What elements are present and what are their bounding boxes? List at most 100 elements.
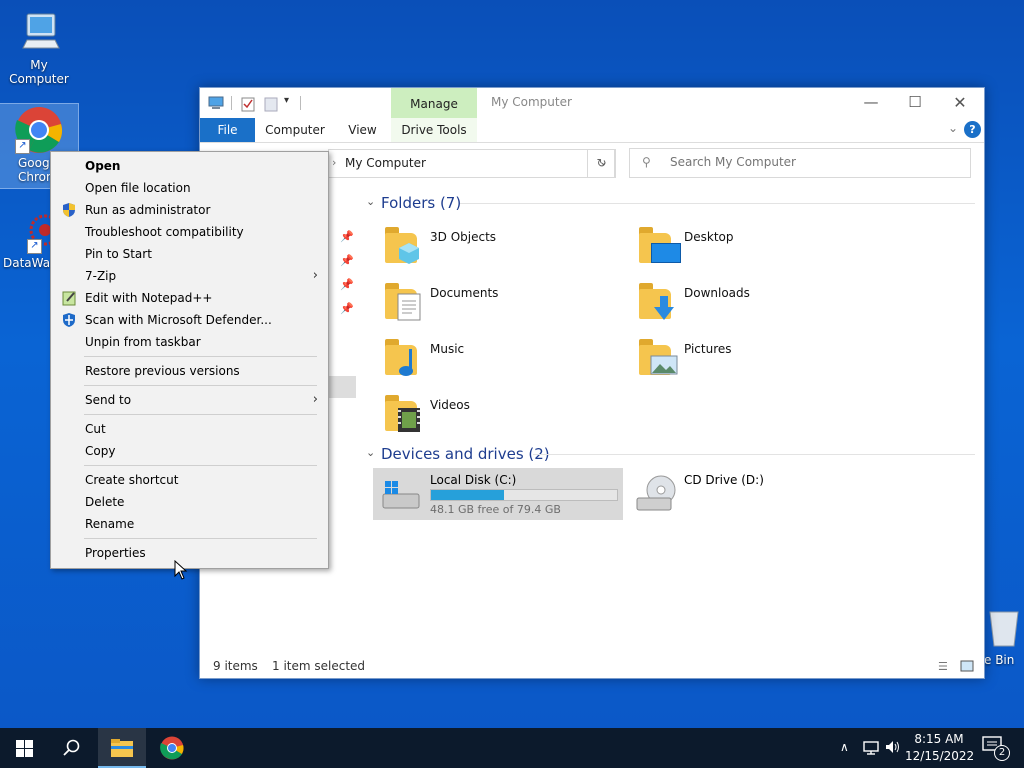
drive-usage-fill xyxy=(431,490,504,500)
tab-file[interactable]: File xyxy=(200,118,255,142)
drive-d[interactable]: CD Drive (D:) xyxy=(627,468,877,520)
menu-separator xyxy=(84,385,317,386)
expand-ribbon-icon[interactable]: ⌄ xyxy=(948,121,958,135)
address-text: My Computer xyxy=(345,156,426,170)
windows-drive-icon xyxy=(381,480,421,509)
divider xyxy=(533,454,975,455)
window-title: My Computer xyxy=(491,95,572,109)
menu-item-pin-to-start[interactable]: Pin to Start xyxy=(51,243,328,265)
tab-computer[interactable]: Computer xyxy=(262,118,328,142)
menu-item-troubleshoot[interactable]: Troubleshoot compatibility xyxy=(51,221,328,243)
volume-icon[interactable] xyxy=(885,739,901,759)
folder-videos[interactable]: Videos xyxy=(373,393,623,443)
drives-header[interactable]: Devices and drives (2) xyxy=(381,445,550,463)
drive-label: CD Drive (D:) xyxy=(684,473,764,487)
folder-label: Desktop xyxy=(684,230,734,244)
menu-item-properties[interactable]: Properties xyxy=(51,542,328,564)
separator-icon xyxy=(300,96,301,110)
divider xyxy=(460,203,975,204)
maximize-button[interactable]: ☐ xyxy=(900,93,930,113)
cd-drive-icon xyxy=(635,474,676,511)
menu-item-create-shortcut[interactable]: Create shortcut xyxy=(51,469,328,491)
menu-separator xyxy=(84,465,317,466)
menu-separator xyxy=(84,414,317,415)
address-bar[interactable]: › My Computer ⌄ xyxy=(328,149,615,178)
tab-drive-tools[interactable]: Drive Tools xyxy=(394,118,474,142)
folder-label: Documents xyxy=(430,286,499,300)
folder-pictures[interactable]: Pictures xyxy=(627,337,877,387)
pin-icon[interactable]: 📌 xyxy=(340,302,354,326)
search-input[interactable] xyxy=(668,154,962,170)
file-explorer-taskbar-button[interactable] xyxy=(98,728,146,768)
documents-folder-icon xyxy=(385,283,421,323)
videos-folder-icon xyxy=(385,395,421,435)
status-bar: 9 items 1 item selected ☰ xyxy=(200,656,984,678)
folders-header[interactable]: Folders (7) xyxy=(381,194,461,212)
search-button[interactable] xyxy=(48,728,96,768)
folder-documents[interactable]: Documents xyxy=(373,281,623,331)
shortcut-arrow-icon: ↗ xyxy=(15,139,30,154)
pin-icon[interactable]: 📌 xyxy=(340,254,354,278)
quick-access-pins: 📌 📌 📌 📌 xyxy=(340,230,354,326)
chevron-down-icon[interactable]: ⌄ xyxy=(366,446,375,459)
clock-time: 8:15 AM xyxy=(914,732,964,746)
customize-toolbar-icon[interactable]: ▾ xyxy=(284,95,289,106)
drive-c[interactable]: Local Disk (C:) 48.1 GB free of 79.4 GB xyxy=(373,468,623,520)
ribbon-tabs: File Computer View Drive Tools ⌄ ? xyxy=(200,118,984,143)
chrome-icon: ↗ xyxy=(15,106,63,154)
menu-item-7zip[interactable]: 7-Zip › xyxy=(51,265,328,287)
clock[interactable]: 8:15 AM 12/15/2022 xyxy=(905,731,974,765)
shortcut-arrow-icon: ↗ xyxy=(27,239,42,254)
tab-view[interactable]: View xyxy=(340,118,385,142)
submenu-arrow-icon: › xyxy=(312,392,318,407)
close-button[interactable]: ✕ xyxy=(945,93,975,113)
title-bar[interactable]: ▾ Manage My Computer — ☐ ✕ xyxy=(200,88,984,118)
action-center-button[interactable]: 2 xyxy=(982,736,1010,761)
folder-desktop[interactable]: Desktop xyxy=(627,225,877,275)
menu-item-unpin-taskbar[interactable]: Unpin from taskbar xyxy=(51,331,328,353)
menu-item-cut[interactable]: Cut xyxy=(51,418,328,440)
drive-usage-bar xyxy=(430,489,618,501)
folder-music[interactable]: Music xyxy=(373,337,623,387)
menu-item-rename[interactable]: Rename xyxy=(51,513,328,535)
start-button[interactable] xyxy=(0,728,48,768)
submenu-arrow-icon: › xyxy=(312,268,318,283)
menu-item-open-file-location[interactable]: Open file location xyxy=(51,177,328,199)
menu-item-edit-notepad[interactable]: Edit with Notepad++ xyxy=(51,287,328,309)
pin-icon[interactable]: 📌 xyxy=(340,278,354,302)
menu-item-run-as-admin[interactable]: Run as administrator xyxy=(51,199,328,221)
search-icon: ⚲ xyxy=(642,155,651,169)
chrome-taskbar-button[interactable] xyxy=(148,728,196,768)
menu-item-restore-versions[interactable]: Restore previous versions xyxy=(51,360,328,382)
drive-label: Local Disk (C:) xyxy=(430,473,517,487)
large-icons-view-icon[interactable] xyxy=(960,660,974,675)
chevron-down-icon[interactable]: ⌄ xyxy=(366,195,375,208)
menu-item-delete[interactable]: Delete xyxy=(51,491,328,513)
manage-tab[interactable]: Manage xyxy=(391,88,477,118)
help-icon[interactable]: ? xyxy=(964,121,981,138)
minimize-button[interactable]: — xyxy=(856,93,886,113)
recycle-bin-icon[interactable] xyxy=(984,606,1024,650)
file-explorer-icon xyxy=(111,739,133,757)
downloads-folder-icon xyxy=(639,283,675,323)
details-view-icon[interactable]: ☰ xyxy=(938,660,948,673)
computer-icon xyxy=(15,8,63,56)
menu-item-copy[interactable]: Copy xyxy=(51,440,328,462)
show-hidden-icons-icon[interactable]: ∧ xyxy=(840,740,849,754)
menu-item-scan-defender[interactable]: Scan with Microsoft Defender... xyxy=(51,309,328,331)
new-folder-icon[interactable] xyxy=(264,96,278,115)
desktop-icon-label: My Computer xyxy=(9,58,69,86)
folder-3d-objects[interactable]: 3D Objects xyxy=(373,225,623,275)
nav-pane-selected[interactable] xyxy=(328,376,356,398)
menu-item-send-to[interactable]: Send to › xyxy=(51,389,328,411)
folder-label: 3D Objects xyxy=(430,230,497,244)
folder-downloads[interactable]: Downloads xyxy=(627,281,877,331)
menu-item-open[interactable]: Open xyxy=(51,155,328,177)
search-box[interactable]: ⚲ xyxy=(629,148,971,178)
desktop-icon-my-computer[interactable]: My Computer xyxy=(0,8,78,86)
menu-separator xyxy=(84,538,317,539)
pin-icon[interactable]: 📌 xyxy=(340,230,354,254)
properties-icon[interactable] xyxy=(241,96,255,115)
refresh-button[interactable]: ↻ xyxy=(587,149,616,178)
network-icon[interactable] xyxy=(862,739,880,759)
